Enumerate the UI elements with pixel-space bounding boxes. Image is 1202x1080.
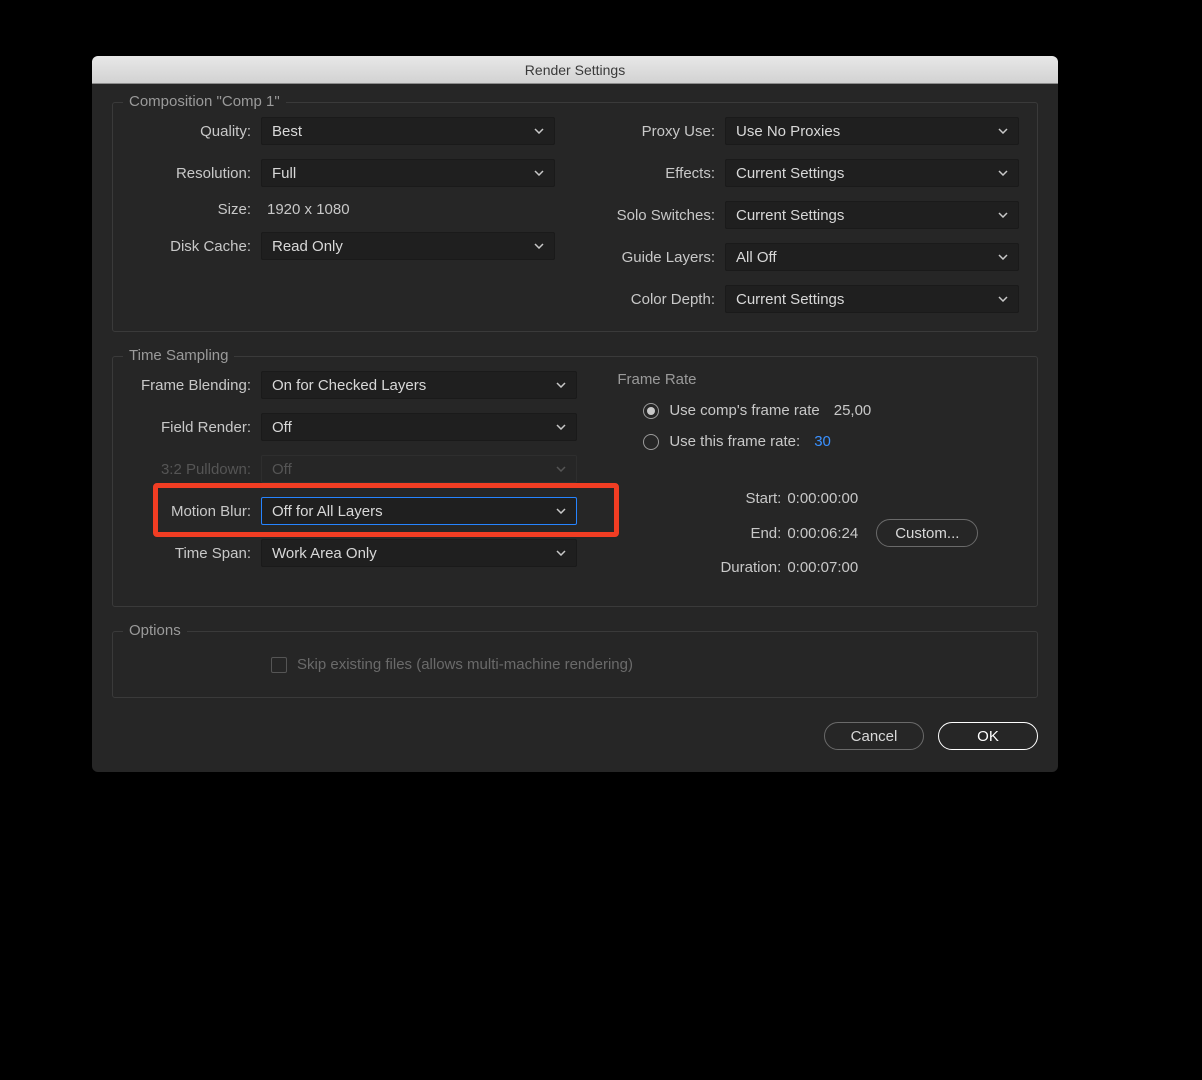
size-value: 1920 x 1080: [261, 201, 350, 218]
size-label: Size:: [131, 201, 261, 218]
start-value: 0:00:00:00: [787, 490, 858, 507]
chevron-down-icon: [998, 168, 1008, 178]
chevron-down-icon: [556, 464, 566, 474]
quality-label: Quality:: [131, 123, 261, 140]
skip-files-checkbox: [271, 657, 287, 673]
time-sampling-group: Time Sampling Frame Blending: On for Che…: [112, 356, 1038, 607]
start-label: Start:: [707, 490, 787, 507]
dialog-footer: Cancel OK: [112, 722, 1038, 750]
effects-dropdown[interactable]: Current Settings: [725, 159, 1019, 187]
render-settings-dialog: Render Settings Composition "Comp 1" Qua…: [92, 56, 1058, 772]
frame-blending-label: Frame Blending:: [131, 377, 261, 394]
dialog-titlebar: Render Settings: [92, 56, 1058, 84]
time-span-label: Time Span:: [131, 545, 261, 562]
chevron-down-icon: [998, 252, 1008, 262]
quality-value: Best: [272, 123, 302, 140]
solo-dropdown[interactable]: Current Settings: [725, 201, 1019, 229]
pulldown-dropdown: Off: [261, 455, 577, 483]
dialog-title: Render Settings: [525, 62, 625, 78]
solo-value: Current Settings: [736, 207, 844, 224]
resolution-value: Full: [272, 165, 296, 182]
composition-group: Composition "Comp 1" Quality: Best Resol…: [112, 102, 1038, 332]
end-value: 0:00:06:24: [787, 525, 858, 542]
use-this-label: Use this frame rate:: [669, 433, 800, 450]
skip-files-label: Skip existing files (allows multi-machin…: [297, 656, 633, 673]
options-group-title: Options: [123, 622, 187, 639]
pulldown-label: 3:2 Pulldown:: [131, 461, 261, 478]
resolution-label: Resolution:: [131, 165, 261, 182]
depth-value: Current Settings: [736, 291, 844, 308]
composition-group-title: Composition "Comp 1": [123, 93, 286, 110]
frame-blending-dropdown[interactable]: On for Checked Layers: [261, 371, 577, 399]
resolution-dropdown[interactable]: Full: [261, 159, 555, 187]
time-span-value: Work Area Only: [272, 545, 377, 562]
depth-label: Color Depth:: [595, 291, 725, 308]
disk-cache-label: Disk Cache:: [131, 238, 261, 255]
quality-dropdown[interactable]: Best: [261, 117, 555, 145]
guide-value: All Off: [736, 249, 777, 266]
chevron-down-icon: [556, 380, 566, 390]
composition-right-col: Proxy Use: Use No Proxies Effects: Curre…: [595, 117, 1019, 313]
depth-dropdown[interactable]: Current Settings: [725, 285, 1019, 313]
time-sampling-left: Frame Blending: On for Checked Layers Fi…: [131, 371, 577, 588]
field-render-label: Field Render:: [131, 419, 261, 436]
motion-blur-value: Off for All Layers: [272, 503, 383, 520]
effects-label: Effects:: [595, 165, 725, 182]
chevron-down-icon: [534, 126, 544, 136]
frame-blending-value: On for Checked Layers: [272, 377, 426, 394]
guide-label: Guide Layers:: [595, 249, 725, 266]
disk-cache-dropdown[interactable]: Read Only: [261, 232, 555, 260]
end-label: End:: [707, 525, 787, 542]
chevron-down-icon: [998, 294, 1008, 304]
chevron-down-icon: [534, 168, 544, 178]
disk-cache-value: Read Only: [272, 238, 343, 255]
chevron-down-icon: [998, 210, 1008, 220]
proxy-label: Proxy Use:: [595, 123, 725, 140]
use-this-radio[interactable]: [643, 434, 659, 450]
ok-button[interactable]: OK: [938, 722, 1038, 750]
composition-left-col: Quality: Best Resolution: Full: [131, 117, 555, 313]
time-span-dropdown[interactable]: Work Area Only: [261, 539, 577, 567]
options-group: Options Skip existing files (allows mult…: [112, 631, 1038, 698]
time-sampling-title: Time Sampling: [123, 347, 234, 364]
custom-button[interactable]: Custom...: [876, 519, 978, 547]
chevron-down-icon: [556, 548, 566, 558]
effects-value: Current Settings: [736, 165, 844, 182]
motion-blur-label: Motion Blur:: [131, 503, 261, 520]
duration-label: Duration:: [707, 559, 787, 576]
use-comp-label: Use comp's frame rate: [669, 402, 819, 419]
frame-rate-title: Frame Rate: [617, 371, 1019, 388]
dialog-content: Composition "Comp 1" Quality: Best Resol…: [92, 84, 1058, 772]
field-render-value: Off: [272, 419, 292, 436]
proxy-value: Use No Proxies: [736, 123, 840, 140]
use-comp-radio[interactable]: [643, 403, 659, 419]
duration-value: 0:00:07:00: [787, 559, 858, 576]
use-comp-value: 25,00: [834, 402, 872, 419]
proxy-dropdown[interactable]: Use No Proxies: [725, 117, 1019, 145]
cancel-button[interactable]: Cancel: [824, 722, 924, 750]
motion-blur-dropdown[interactable]: Off for All Layers: [261, 497, 577, 525]
chevron-down-icon: [534, 241, 544, 251]
chevron-down-icon: [556, 506, 566, 516]
time-sampling-right: Frame Rate Use comp's frame rate 25,00 U…: [617, 371, 1019, 588]
use-this-value[interactable]: 30: [814, 433, 831, 450]
pulldown-value: Off: [272, 461, 292, 478]
guide-dropdown[interactable]: All Off: [725, 243, 1019, 271]
chevron-down-icon: [998, 126, 1008, 136]
time-block: Start: 0:00:00:00 End: 0:00:06:24 Custom…: [617, 490, 1019, 576]
field-render-dropdown[interactable]: Off: [261, 413, 577, 441]
chevron-down-icon: [556, 422, 566, 432]
solo-label: Solo Switches:: [595, 207, 725, 224]
